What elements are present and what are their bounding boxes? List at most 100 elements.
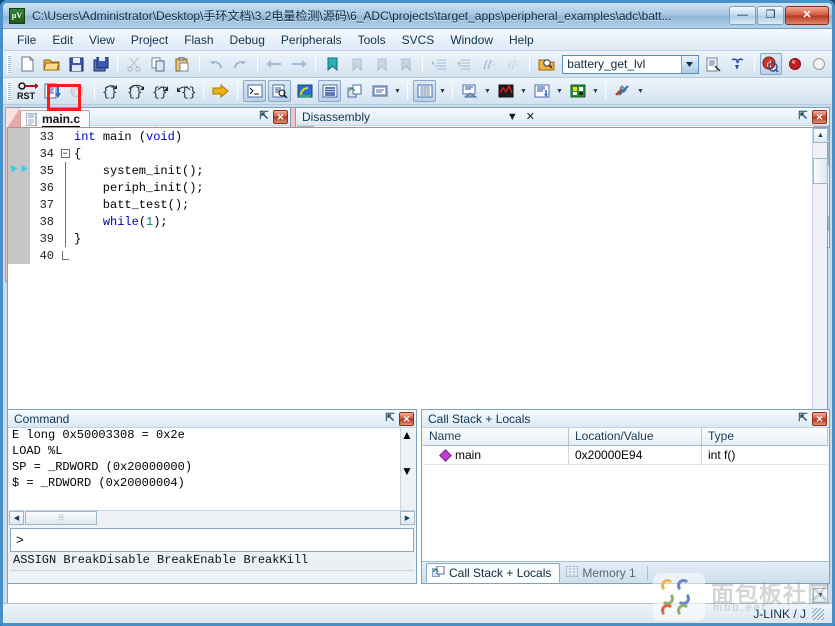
tab-memory-1[interactable]: Memory 1 [560, 563, 644, 583]
step-into-icon[interactable]: {} [100, 80, 123, 102]
close-icon[interactable]: ✕ [399, 411, 414, 426]
system-viewer-icon[interactable] [566, 80, 589, 102]
command-output[interactable]: E long 0x50003308 = 0x2e LOAD %L SP = _RDW… [9, 428, 415, 510]
code-fold-marker[interactable]: − [58, 149, 72, 158]
reset-cpu-icon[interactable]: RST [16, 80, 39, 102]
registers-window-icon[interactable] [318, 80, 341, 102]
undo-icon[interactable] [205, 53, 227, 75]
scroll-up-icon[interactable]: ▲ [813, 128, 828, 143]
callstack-row[interactable]: main 0x20000E94 int f() [423, 445, 828, 465]
memory-dropdown-icon[interactable]: ▼ [437, 80, 448, 102]
callstack-table[interactable]: Name Location/Value Type main 0x20000E94 i… [423, 428, 828, 561]
scroll-down-icon[interactable]: ▼ [813, 588, 828, 603]
find-in-files-icon[interactable] [535, 53, 557, 75]
find-combo-value[interactable]: battery_get_lvl [563, 57, 680, 71]
code-line[interactable]: 38 while(1); [8, 213, 812, 230]
command-horizontal-scrollbar[interactable]: ◀ ⦙⦙⦙ ▶ [9, 510, 415, 526]
bookmark-prev-icon[interactable] [346, 53, 368, 75]
cut-icon[interactable] [123, 53, 145, 75]
analysis-windows-icon[interactable] [494, 80, 517, 102]
code-breakpoint-gutter[interactable] [8, 230, 30, 247]
show-next-statement-icon[interactable] [209, 80, 232, 102]
close-icon[interactable]: ✕ [812, 109, 827, 124]
code-line[interactable]: 37 batt_test(); [8, 196, 812, 213]
watch-dropdown-icon[interactable]: ▼ [392, 80, 403, 102]
menu-view[interactable]: View [81, 30, 123, 50]
menu-debug[interactable]: Debug [222, 30, 273, 50]
menu-help[interactable]: Help [501, 30, 542, 50]
column-header-type[interactable]: Type [702, 428, 828, 445]
code-breakpoint-gutter[interactable] [8, 196, 30, 213]
trace-dropdown-icon[interactable]: ▼ [554, 80, 565, 102]
code-breakpoint-gutter[interactable] [8, 247, 30, 264]
code-line[interactable]: ⯈⯈ 35 system_init(); [8, 162, 812, 179]
step-out-icon[interactable]: {} [150, 80, 173, 102]
save-all-icon[interactable] [89, 53, 111, 75]
close-icon[interactable]: ✕ [812, 411, 827, 426]
toolbar-grip[interactable] [7, 81, 11, 101]
pin-icon[interactable]: ⇱ [383, 412, 397, 426]
copy-icon[interactable] [147, 53, 169, 75]
code-line[interactable]: 36 periph_init(); [8, 179, 812, 196]
system-viewer-dropdown-icon[interactable]: ▼ [590, 80, 601, 102]
menu-window[interactable]: Window [442, 30, 501, 50]
code-breakpoint-gutter[interactable] [8, 179, 30, 196]
toolbox-icon[interactable] [611, 80, 634, 102]
scroll-down-icon[interactable]: ▼ [401, 464, 415, 478]
redo-icon[interactable] [230, 53, 252, 75]
command-window-icon[interactable] [243, 80, 266, 102]
menu-file[interactable]: File [9, 30, 44, 50]
analysis-dropdown-icon[interactable]: ▼ [518, 80, 529, 102]
menu-tools[interactable]: Tools [350, 30, 394, 50]
menu-flash[interactable]: Flash [176, 30, 221, 50]
tab-call-stack-locals[interactable]: Call Stack + Locals [426, 563, 561, 583]
navigate-back-icon[interactable] [263, 53, 285, 75]
code-line[interactable]: 34−{ [8, 145, 812, 162]
outdent-icon[interactable] [452, 53, 474, 75]
indent-icon[interactable] [428, 53, 450, 75]
watch-windows-icon[interactable] [368, 80, 391, 102]
symbols-window-icon[interactable] [293, 80, 316, 102]
resize-grip[interactable] [812, 607, 824, 620]
step-over-icon[interactable]: {} [125, 80, 148, 102]
scroll-up-icon[interactable]: ▲ [401, 428, 415, 442]
maximize-button[interactable]: ❐ [757, 6, 784, 25]
scroll-thumb[interactable] [401, 442, 415, 464]
debug-session-icon[interactable]: d [759, 53, 783, 75]
stop-record-icon[interactable] [809, 53, 831, 75]
minimize-button[interactable]: — [729, 6, 756, 25]
column-header-name[interactable]: Name [423, 428, 569, 445]
find-combo[interactable]: battery_get_lvl [562, 54, 699, 74]
stop-icon[interactable]: x [66, 80, 89, 102]
record-icon[interactable] [784, 53, 806, 75]
scroll-left-icon[interactable]: ◀ [9, 511, 24, 525]
comment-icon[interactable] [477, 53, 499, 75]
pin-icon[interactable]: ⇱ [796, 110, 810, 124]
menu-edit[interactable]: Edit [44, 30, 81, 50]
close-button[interactable]: ✕ [785, 6, 829, 25]
chevron-down-icon[interactable]: ▼ [507, 111, 518, 123]
code-line[interactable]: 40 [8, 247, 812, 264]
bookmark-toggle-icon[interactable] [321, 53, 343, 75]
command-input[interactable]: > [10, 528, 414, 552]
navigate-forward-icon[interactable] [288, 53, 310, 75]
code-breakpoint-gutter[interactable] [8, 128, 30, 145]
trace-windows-icon[interactable] [530, 80, 553, 102]
menu-svcs[interactable]: SVCS [394, 30, 443, 50]
serial-dropdown-icon[interactable]: ▼ [482, 80, 493, 102]
toolbar-grip[interactable] [7, 54, 11, 74]
call-stack-window-icon[interactable] [343, 80, 366, 102]
save-icon[interactable] [65, 53, 87, 75]
menu-peripherals[interactable]: Peripherals [273, 30, 350, 50]
run-icon[interactable] [41, 80, 64, 102]
scroll-thumb[interactable] [813, 158, 828, 184]
callstack-name-cell[interactable]: main [423, 445, 569, 465]
chevron-down-icon[interactable] [680, 55, 698, 73]
uncomment-icon[interactable] [501, 53, 523, 75]
disassembly-window-icon[interactable] [268, 80, 291, 102]
memory-windows-icon[interactable] [413, 80, 436, 102]
code-line[interactable]: 33 int main (void) [8, 128, 812, 145]
code-breakpoint-gutter[interactable] [8, 145, 30, 162]
scroll-thumb[interactable]: ⦙⦙⦙ [25, 511, 97, 525]
toolbox-dropdown-icon[interactable]: ▼ [635, 80, 646, 102]
